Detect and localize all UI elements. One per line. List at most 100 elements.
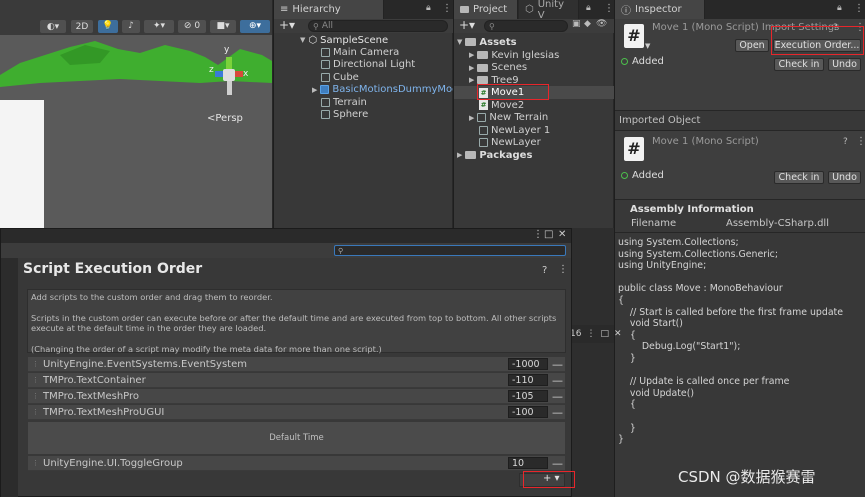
lock-icon[interactable]: 🔒︎ — [837, 3, 842, 13]
project-item-scenes[interactable]: ▶ Scenes — [469, 62, 527, 75]
undo-button[interactable]: Undo — [828, 58, 861, 71]
persp-label[interactable]: <Persp — [207, 113, 243, 124]
more-menu-icon[interactable]: ⋮ — [854, 3, 864, 14]
remove-row-icon[interactable]: — — [552, 358, 563, 371]
drag-handle-icon[interactable]: ⋮ — [28, 376, 43, 384]
seo-search-input[interactable]: ⚲ — [334, 245, 566, 256]
hierarchy-item-label: Main Camera — [333, 46, 400, 58]
scene-view[interactable]: ◐▾ 2D 💡 ♪ ✦▾ ⊘ 0 ■▾ ⊕▾ y x z <Persp — [0, 0, 272, 228]
seo-row[interactable]: ⋮ TMPro.TextMeshProUGUI -100 — — [28, 405, 565, 420]
close-icon[interactable]: ✕ — [558, 229, 566, 240]
seo-row[interactable]: ⋮ UnityEngine.UI.ToggleGroup 10 — — [28, 456, 565, 471]
seo-desc-line1: Add scripts to the custom order and drag… — [31, 292, 273, 302]
filter-type-icon[interactable]: ▣ — [572, 19, 581, 29]
tab-hierarchy[interactable]: ≡ Hierarchy — [274, 0, 384, 19]
orientation-gizmo[interactable]: y x z — [205, 45, 255, 100]
audio-toggle-icon[interactable]: ♪ — [122, 20, 140, 33]
settings-menu-icon[interactable]: ⋮ — [856, 136, 865, 147]
more-menu-icon[interactable]: ⋮ — [533, 229, 543, 240]
seo-row-order-input[interactable]: -110 — [508, 374, 548, 386]
check-in-button[interactable]: Check in — [774, 58, 824, 71]
hierarchy-item-basic-motions[interactable]: ▶ BasicMotionsDummyMode — [312, 84, 465, 97]
prefab-icon — [320, 85, 330, 95]
remove-row-icon[interactable]: — — [552, 406, 563, 419]
gizmos-dropdown-icon[interactable]: ⊕▾ — [240, 20, 270, 33]
seo-row-order-input[interactable]: 10 — [508, 457, 548, 469]
tab-inspector[interactable]: ⓘ Inspector — [615, 0, 705, 19]
project-root-assets[interactable]: ▼ Assets — [457, 36, 517, 49]
project-item-new-terrain[interactable]: ▶ New Terrain — [469, 112, 548, 125]
maximize-icon[interactable]: □ — [600, 329, 609, 339]
remove-row-icon[interactable]: — — [552, 374, 563, 387]
effects-dropdown-icon[interactable]: ✦▾ — [144, 20, 174, 33]
help-icon[interactable]: ? — [843, 137, 848, 147]
drag-handle-icon[interactable]: ⋮ — [28, 392, 43, 400]
project-item-newlayer[interactable]: NewLayer — [479, 137, 541, 150]
hierarchy-search-placeholder: All — [321, 21, 334, 31]
scene-name: SampleScene — [320, 34, 389, 46]
hierarchy-panel: ≡ Hierarchy 🔒︎ ⋮ +▾ ⚲ All ▼ ⬡ SampleScen… — [273, 0, 465, 228]
more-menu-icon[interactable]: ⋮ — [442, 3, 452, 14]
hierarchy-item-directional-light[interactable]: Directional Light — [321, 59, 415, 72]
project-item-newlayer-1[interactable]: NewLayer 1 — [479, 124, 550, 137]
seo-desc-spacer — [31, 303, 562, 313]
cube-object[interactable] — [0, 100, 44, 228]
seo-row[interactable]: ⋮ TMPro.TextContainer -110 — — [28, 373, 565, 388]
drag-handle-icon[interactable]: ⋮ — [28, 408, 43, 416]
settings-menu-icon[interactable]: ⋮ — [558, 264, 568, 275]
project-item-label: Scenes — [491, 62, 528, 74]
more-menu-icon[interactable]: ⋮ — [604, 3, 614, 14]
open-button[interactable]: Open — [735, 39, 769, 52]
drag-handle-icon[interactable]: ⋮ — [28, 459, 43, 467]
gameobject-icon — [321, 72, 330, 82]
create-add-button[interactable]: +▾ — [279, 18, 295, 32]
project-search-input[interactable]: ⚲ — [484, 20, 568, 32]
maximize-icon[interactable]: □ — [544, 229, 553, 240]
seo-row[interactable]: ⋮ TMPro.TextMeshPro -105 — — [28, 389, 565, 404]
expand-arrow-icon: ▶ — [469, 63, 475, 72]
filter-label-icon[interactable]: ◆ — [584, 19, 591, 29]
camera-dropdown-icon[interactable]: ■▾ — [210, 20, 236, 33]
tab-project-label: Project — [473, 4, 508, 15]
seo-row-order-input[interactable]: -105 — [508, 390, 548, 402]
script-source-preview: using System.Collections; using System.C… — [618, 237, 844, 446]
hierarchy-item-terrain[interactable]: Terrain — [321, 96, 367, 109]
unity-scene-icon: ⬡ — [308, 34, 318, 46]
lock-icon[interactable]: 🔒︎ — [426, 3, 431, 13]
remove-row-icon[interactable]: — — [552, 390, 563, 403]
project-item-move2[interactable]: # Move2 — [479, 99, 524, 112]
dropdown-arrow-icon[interactable]: ▼ — [645, 42, 650, 50]
close-icon[interactable]: ✕ — [614, 329, 622, 339]
help-icon[interactable]: ? — [542, 265, 547, 276]
tab-unity-version-control[interactable]: ⬡ Unity V — [519, 0, 579, 21]
seo-row-order-input[interactable]: -100 — [508, 406, 548, 418]
hierarchy-item-main-camera[interactable]: Main Camera — [321, 46, 399, 59]
undo-button-2[interactable]: Undo — [828, 171, 861, 184]
mode-2d-button[interactable]: 2D — [71, 20, 93, 33]
hidden-packages-icon[interactable]: 👁︎ — [596, 19, 607, 29]
hierarchy-item-sphere[interactable]: Sphere — [321, 109, 368, 122]
check-in-button-2[interactable]: Check in — [774, 171, 824, 184]
gameobject-icon — [321, 110, 330, 120]
hierarchy-item-cube[interactable]: Cube — [321, 71, 359, 84]
seo-row-order-input[interactable]: -1000 — [508, 358, 548, 370]
light-toggle-icon[interactable]: 💡 — [98, 20, 118, 33]
scene-root[interactable]: ▼ ⬡ SampleScene — [300, 34, 388, 47]
more-menu-icon[interactable]: ⋮ — [586, 329, 595, 339]
visibility-toggle-icon[interactable]: ⊘ 0 — [178, 20, 206, 33]
remove-row-icon[interactable]: — — [552, 457, 563, 470]
folder-icon — [477, 51, 489, 60]
tab-project[interactable]: Project — [454, 0, 518, 19]
seo-description-box: Add scripts to the custom order and drag… — [27, 289, 566, 354]
lock-icon[interactable]: 🔒︎ — [586, 3, 591, 13]
hierarchy-search-input[interactable]: ⚲ All — [308, 20, 448, 32]
folder-icon — [477, 63, 489, 72]
project-item-kevin-iglesias[interactable]: ▶ Kevin Iglesias — [469, 49, 559, 62]
drag-handle-icon[interactable]: ⋮ — [28, 360, 43, 368]
shading-mode-button[interactable]: ◐▾ — [40, 20, 66, 33]
script-asset-icon: # — [624, 137, 644, 161]
added-status-icon — [621, 58, 628, 65]
project-root-packages[interactable]: ▶ Packages — [457, 149, 532, 162]
create-add-button[interactable]: +▾ — [459, 18, 475, 32]
seo-row[interactable]: ⋮ UnityEngine.EventSystems.EventSystem -… — [28, 357, 565, 372]
